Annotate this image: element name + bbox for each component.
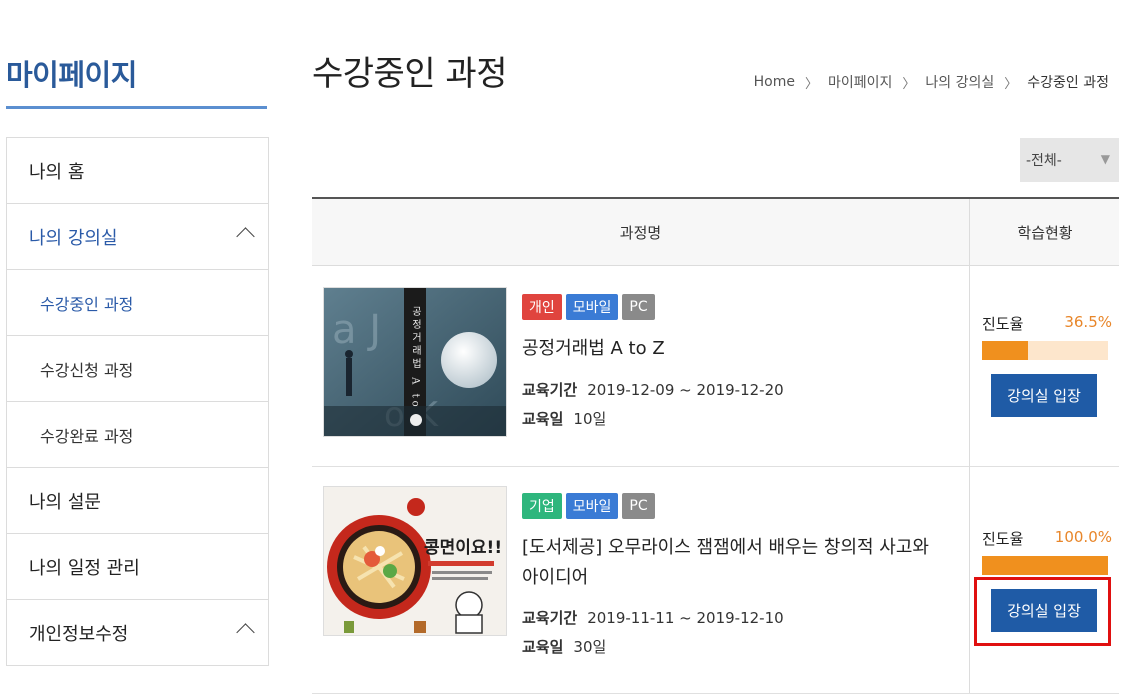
caret-down-icon: ▼ [1100,152,1110,166]
sidebar-item-label: 나의 홈 [29,161,85,183]
sidebar-title: 마이페이지 [6,58,137,92]
days-value: 10일 [573,410,607,428]
chevron-up-icon[interactable] [236,227,255,246]
days-label: 교육일 [522,410,564,428]
column-header-course-name: 과정명 [619,223,662,242]
period-value: 2019-11-11 ~ 2019-12-10 [587,609,784,627]
sidebar-item-label: 수강중인 과정 [40,294,134,314]
sidebar-item-my-classroom[interactable]: 나의 강의실 [7,204,268,270]
course-period: 교육기간 2019-11-11 ~ 2019-12-10 [522,607,784,628]
course-days: 교육일 10일 [522,408,606,429]
progress-bar [982,341,1108,360]
filter-selected-value: -전체- [1026,153,1062,169]
sidebar-item-completed[interactable]: 수강완료 과정 [7,402,268,468]
column-header-progress: 학습현황 [969,199,1120,265]
chevron-right-icon: 〉 [1004,76,1018,92]
course-badges: 기업 모바일 PC [522,493,655,519]
badge-type: 기업 [522,493,562,519]
course-badges: 개인 모바일 PC [522,294,655,320]
enter-classroom-button[interactable]: 강의실 입장 [991,374,1097,417]
progress-label: 진도율 [982,530,1024,548]
sidebar-item-label: 수강신청 과정 [40,360,134,380]
progress-value: 100.0% [1054,528,1112,546]
sidebar-menu: 나의 홈 나의 강의실 수강중인 과정 수강신청 과정 수강완료 과정 나의 설… [6,137,269,666]
page-title: 수강중인 과정 [312,54,508,94]
days-value: 30일 [573,638,607,656]
badge-mobile: 모바일 [565,294,619,320]
sidebar-item-in-progress[interactable]: 수강중인 과정 [7,270,268,336]
sidebar-item-home[interactable]: 나의 홈 [7,138,268,204]
progress-bar-fill [982,556,1108,575]
table-row: a J o K 공정거래법 A to Z 개인 모바일 PC 공정거래법 A t… [312,266,1119,467]
table-header: 과정명 학습현황 [312,197,1119,266]
progress-value: 36.5% [1064,313,1112,331]
period-value: 2019-12-09 ~ 2019-12-20 [587,381,784,399]
sidebar-item-label: 나의 설문 [29,491,101,513]
badge-pc: PC [622,294,655,320]
period-label: 교육기간 [522,609,578,627]
sidebar-item-label: 나의 일정 관리 [29,557,140,579]
highlight-box [974,577,1111,646]
chevron-right-icon: 〉 [804,76,818,92]
thumbnail-headline: 콩면이요!! [424,538,502,558]
course-title[interactable]: 공정거래법 A to Z [522,334,942,364]
badge-pc: PC [622,493,655,519]
badge-type: 개인 [522,294,562,320]
chevron-up-icon[interactable] [236,623,255,642]
course-days: 교육일 30일 [522,636,606,657]
badge-mobile: 모바일 [565,493,619,519]
sidebar-item-survey[interactable]: 나의 설문 [7,468,268,534]
days-label: 교육일 [522,638,564,656]
progress-bar [982,556,1108,575]
sidebar-item-label: 개인정보수정 [29,623,129,645]
course-period: 교육기간 2019-12-09 ~ 2019-12-20 [522,379,784,400]
sidebar-item-label: 나의 강의실 [29,227,118,249]
sidebar-item-profile-edit[interactable]: 개인정보수정 [7,600,268,666]
svg-text:a J: a J [332,307,381,353]
sidebar-item-label: 수강완료 과정 [40,426,134,446]
filter-select[interactable]: -전체- ▼ [1020,138,1119,182]
sidebar-item-applied[interactable]: 수강신청 과정 [7,336,268,402]
course-thumbnail[interactable]: a J o K 공정거래법 A to Z [323,287,507,437]
period-label: 교육기간 [522,381,578,399]
chevron-right-icon: 〉 [902,76,916,92]
course-thumbnail[interactable]: 콩면이요!! [323,486,507,636]
sidebar-item-schedule[interactable]: 나의 일정 관리 [7,534,268,600]
progress-label: 진도율 [982,315,1024,333]
sidebar-title-underline [6,106,267,109]
breadcrumb-home[interactable]: Home [754,74,795,90]
breadcrumb-current: 수강중인 과정 [1027,75,1109,91]
breadcrumb: Home 〉 마이페이지 〉 나의 강의실 〉 수강중인 과정 [754,72,1109,92]
progress-bar-fill [982,341,1028,360]
breadcrumb-mypage[interactable]: 마이페이지 [828,72,892,92]
course-title[interactable]: [도서제공] 오무라이스 잼잼에서 배우는 창의적 사고와 아이디어 [522,533,942,593]
breadcrumb-classroom[interactable]: 나의 강의실 [925,72,994,92]
